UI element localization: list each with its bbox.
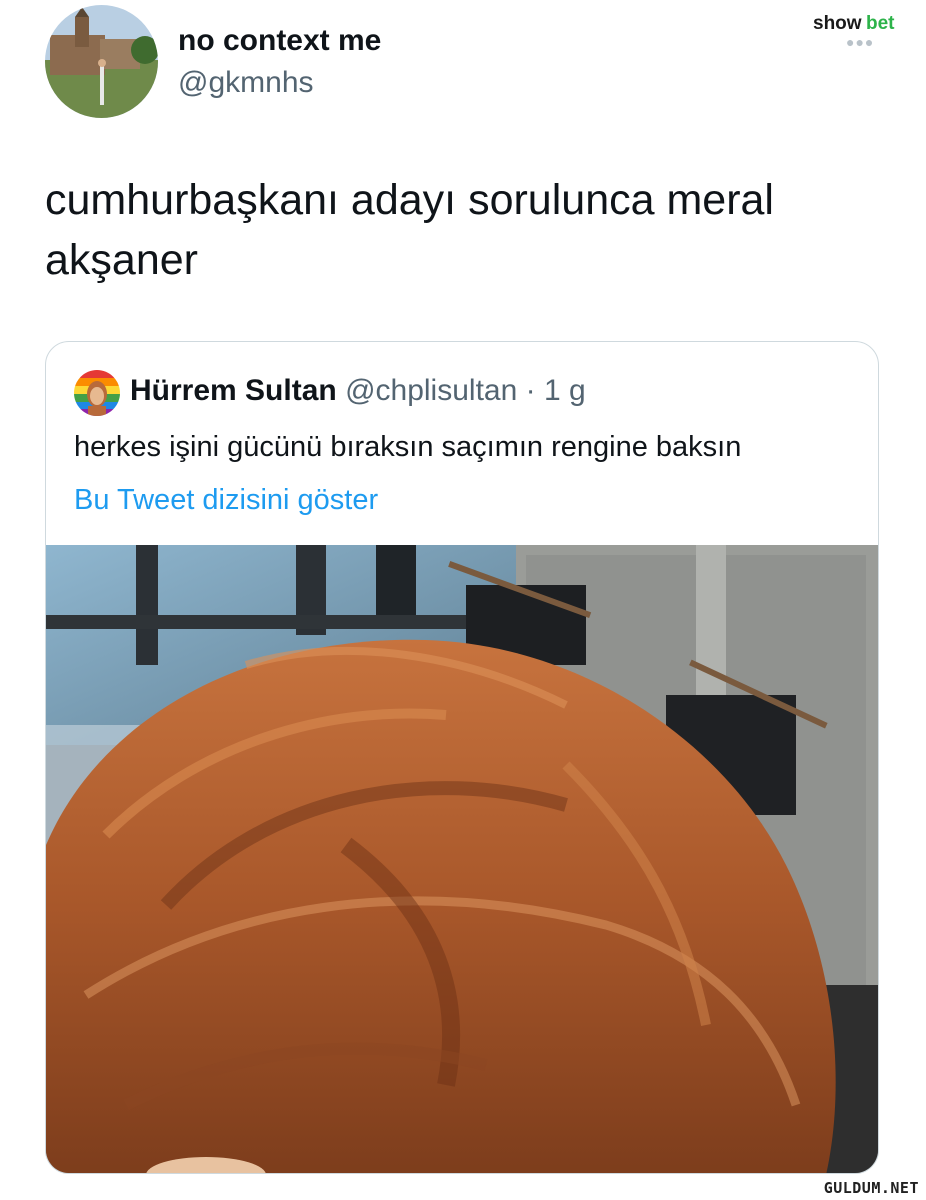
tweet-text: cumhurbaşkanı adayı sorulunca meral akşa… (45, 176, 774, 284)
site-watermark: GULDUM.NET (820, 1179, 922, 1197)
svg-text:show: show (813, 13, 862, 34)
header-separator: · (517, 374, 544, 407)
more-options-icon[interactable]: ●●● (846, 35, 874, 49)
quoted-header: Hürrem Sultan @chplisultan · 1 g (130, 374, 586, 408)
profile-avatar[interactable] (45, 5, 158, 118)
quoted-timestamp[interactable]: 1 g (544, 374, 586, 407)
svg-text:bet: bet (866, 13, 895, 34)
quoted-photo[interactable] (46, 545, 878, 1173)
quoted-handle[interactable]: @chplisultan (345, 374, 517, 407)
user-handle[interactable]: @gkmnhs (178, 66, 314, 100)
quoted-tweet-text: herkes işini gücünü bıraksın saçımın ren… (74, 431, 742, 463)
show-thread-link[interactable]: Bu Tweet dizisini göster (74, 484, 378, 517)
quoted-display-name[interactable]: Hürrem Sultan (130, 374, 337, 407)
showbet-logo: show bet (810, 9, 920, 37)
quoted-tweet-card[interactable]: Hürrem Sultan @chplisultan · 1 g herkes … (45, 341, 879, 1174)
quoted-avatar[interactable] (74, 370, 120, 416)
display-name[interactable]: no context me (178, 24, 381, 58)
